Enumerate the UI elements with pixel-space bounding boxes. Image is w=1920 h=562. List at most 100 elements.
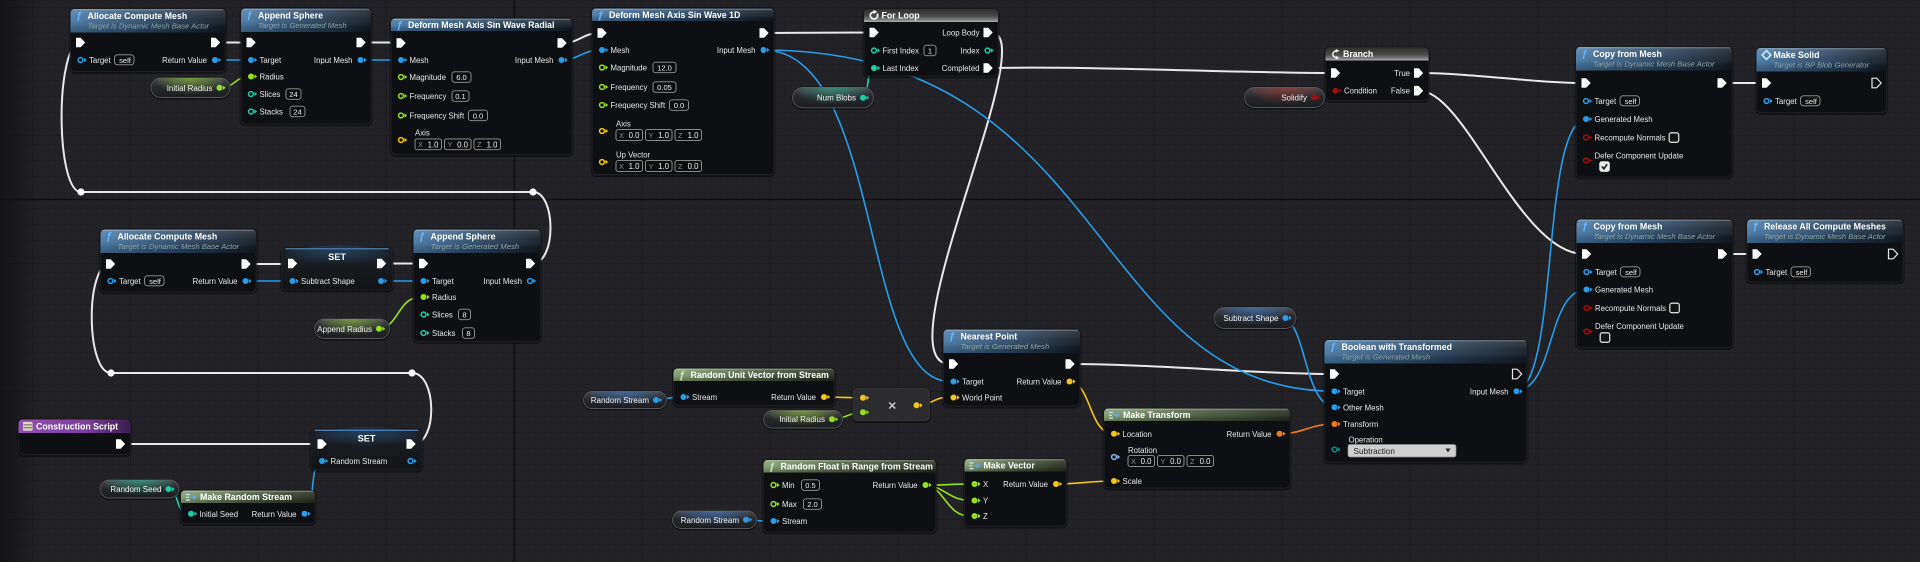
svg-text:Stream: Stream: [692, 393, 717, 402]
svg-text:X: X: [1131, 457, 1136, 466]
svg-text:Transform: Transform: [1343, 420, 1378, 429]
svg-text:Target is Dynamic Mesh Base Ac: Target is Dynamic Mesh Base Actor: [1764, 232, 1886, 241]
svg-text:✕: ✕: [888, 401, 897, 413]
svg-text:0.0: 0.0: [1141, 457, 1153, 466]
svg-text:Last Index: Last Index: [883, 64, 919, 73]
svg-text:Make Transform: Make Transform: [1123, 410, 1191, 420]
svg-text:12.0: 12.0: [657, 63, 672, 72]
svg-text:0.0: 0.0: [688, 162, 700, 171]
svg-text:Mesh: Mesh: [410, 56, 429, 65]
svg-text:Target is Generated Mesh: Target is Generated Mesh: [258, 21, 347, 30]
svg-text:Random Float in Range from Str: Random Float in Range from Stream: [781, 461, 934, 471]
svg-text:ƒ: ƒ: [106, 231, 112, 243]
svg-text:Radius: Radius: [432, 293, 456, 302]
svg-text:ƒ: ƒ: [1582, 221, 1588, 233]
svg-text:Copy from Mesh: Copy from Mesh: [1593, 49, 1662, 59]
svg-text:Boolean with Transformed: Boolean with Transformed: [1342, 342, 1452, 352]
svg-text:0.0: 0.0: [1170, 457, 1182, 466]
svg-text:ƒ: ƒ: [598, 10, 604, 22]
svg-text:ƒ: ƒ: [949, 331, 955, 343]
svg-text:X: X: [983, 480, 989, 489]
svg-text:Y: Y: [983, 497, 989, 506]
svg-text:SET: SET: [328, 252, 346, 262]
svg-text:Make Solid: Make Solid: [1774, 50, 1820, 60]
svg-text:1.0: 1.0: [487, 140, 499, 149]
svg-text:Frequency: Frequency: [611, 83, 648, 92]
svg-text:Return Value: Return Value: [873, 481, 918, 490]
svg-text:Return Value: Return Value: [1003, 480, 1048, 489]
svg-text:0.0: 0.0: [457, 140, 469, 149]
svg-text:0.1: 0.1: [455, 92, 466, 101]
svg-text:Condition: Condition: [1344, 87, 1377, 96]
svg-text:8: 8: [462, 310, 466, 319]
svg-text:ƒ: ƒ: [419, 231, 425, 243]
svg-text:Input Mesh: Input Mesh: [515, 56, 554, 65]
svg-text:Slices: Slices: [432, 311, 453, 320]
svg-text:ƒ: ƒ: [679, 370, 685, 382]
svg-text:ƒ: ƒ: [397, 20, 403, 32]
svg-text:Append Radius: Append Radius: [317, 325, 372, 334]
svg-text:Num Blobs: Num Blobs: [817, 94, 856, 103]
svg-text:Input Mesh: Input Mesh: [1470, 387, 1509, 396]
svg-text:Completed: Completed: [942, 64, 980, 73]
svg-text:Axis: Axis: [616, 120, 631, 129]
svg-text:Release All Compute Meshes: Release All Compute Meshes: [1764, 222, 1886, 232]
svg-text:Return Value: Return Value: [193, 277, 238, 286]
svg-text:Target is BP Blob Generator: Target is BP Blob Generator: [1774, 61, 1870, 70]
svg-text:Append Sphere: Append Sphere: [431, 232, 496, 242]
svg-text:Return Value: Return Value: [252, 510, 297, 519]
svg-text:self: self: [149, 277, 162, 286]
svg-text:self: self: [1625, 268, 1638, 277]
svg-text:For Loop: For Loop: [882, 11, 921, 21]
svg-text:Scale: Scale: [1123, 477, 1143, 486]
svg-text:1.0: 1.0: [629, 162, 641, 171]
svg-text:0.05: 0.05: [657, 83, 672, 92]
svg-text:Min: Min: [782, 481, 795, 490]
svg-text:Target: Target: [432, 277, 455, 286]
svg-text:Stream: Stream: [782, 517, 807, 526]
svg-text:Target is Dynamic Mesh Base Ac: Target is Dynamic Mesh Base Actor: [88, 22, 210, 31]
svg-text:Generated Mesh: Generated Mesh: [1595, 115, 1653, 124]
svg-text:Axis: Axis: [415, 129, 430, 138]
svg-text:Random Stream: Random Stream: [681, 516, 740, 525]
svg-text:Target is Dynamic Mesh Base Ac: Target is Dynamic Mesh Base Actor: [1594, 232, 1716, 241]
svg-text:Random Stream: Random Stream: [331, 457, 388, 466]
svg-text:Loop Body: Loop Body: [942, 29, 979, 38]
svg-text:Target is Generated Mesh: Target is Generated Mesh: [431, 242, 520, 251]
svg-text:Z: Z: [1190, 457, 1195, 466]
svg-text:ƒ: ƒ: [1330, 341, 1336, 353]
svg-text:Random Unit Vector from Stream: Random Unit Vector from Stream: [691, 370, 830, 380]
svg-text:Deform Mesh Axis Sin Wave Radi: Deform Mesh Axis Sin Wave Radial: [408, 20, 555, 30]
svg-text:Target: Target: [962, 378, 985, 387]
svg-text:Z: Z: [477, 140, 482, 149]
svg-text:Deform Mesh Axis Sin Wave 1D: Deform Mesh Axis Sin Wave 1D: [609, 10, 740, 20]
svg-text:Solidify: Solidify: [1281, 94, 1307, 103]
svg-text:Return Value: Return Value: [1227, 430, 1272, 439]
svg-text:Target: Target: [119, 277, 142, 286]
svg-text:Copy from Mesh: Copy from Mesh: [1594, 222, 1663, 232]
svg-text:Return Value: Return Value: [771, 393, 816, 402]
svg-text:Radius: Radius: [260, 73, 284, 82]
svg-text:self: self: [119, 56, 132, 65]
svg-text:Index: Index: [960, 47, 979, 56]
svg-text:Frequency: Frequency: [410, 92, 447, 101]
svg-text:Return Value: Return Value: [1017, 378, 1062, 387]
svg-text:Defer Component Update: Defer Component Update: [1595, 152, 1684, 161]
svg-text:0.5: 0.5: [805, 481, 816, 490]
svg-text:0.0: 0.0: [1200, 457, 1212, 466]
svg-text:Stacks: Stacks: [260, 108, 283, 117]
svg-text:Y: Y: [1161, 457, 1166, 466]
svg-text:Location: Location: [1123, 430, 1152, 439]
svg-text:ƒ: ƒ: [247, 10, 253, 22]
svg-text:Input Mesh: Input Mesh: [483, 277, 522, 286]
svg-text:Initial Radius: Initial Radius: [167, 84, 213, 93]
svg-text:Target: Target: [1343, 387, 1366, 396]
svg-text:Z: Z: [983, 512, 988, 521]
svg-text:Target is Generated Mesh: Target is Generated Mesh: [961, 342, 1050, 351]
svg-text:Construction Script: Construction Script: [36, 422, 118, 432]
svg-text:Initial Radius: Initial Radius: [779, 415, 825, 424]
svg-text:self: self: [1796, 268, 1809, 277]
svg-text:Other Mesh: Other Mesh: [1343, 403, 1384, 412]
svg-text:Operation: Operation: [1349, 436, 1383, 445]
svg-text:Stacks: Stacks: [432, 329, 455, 338]
